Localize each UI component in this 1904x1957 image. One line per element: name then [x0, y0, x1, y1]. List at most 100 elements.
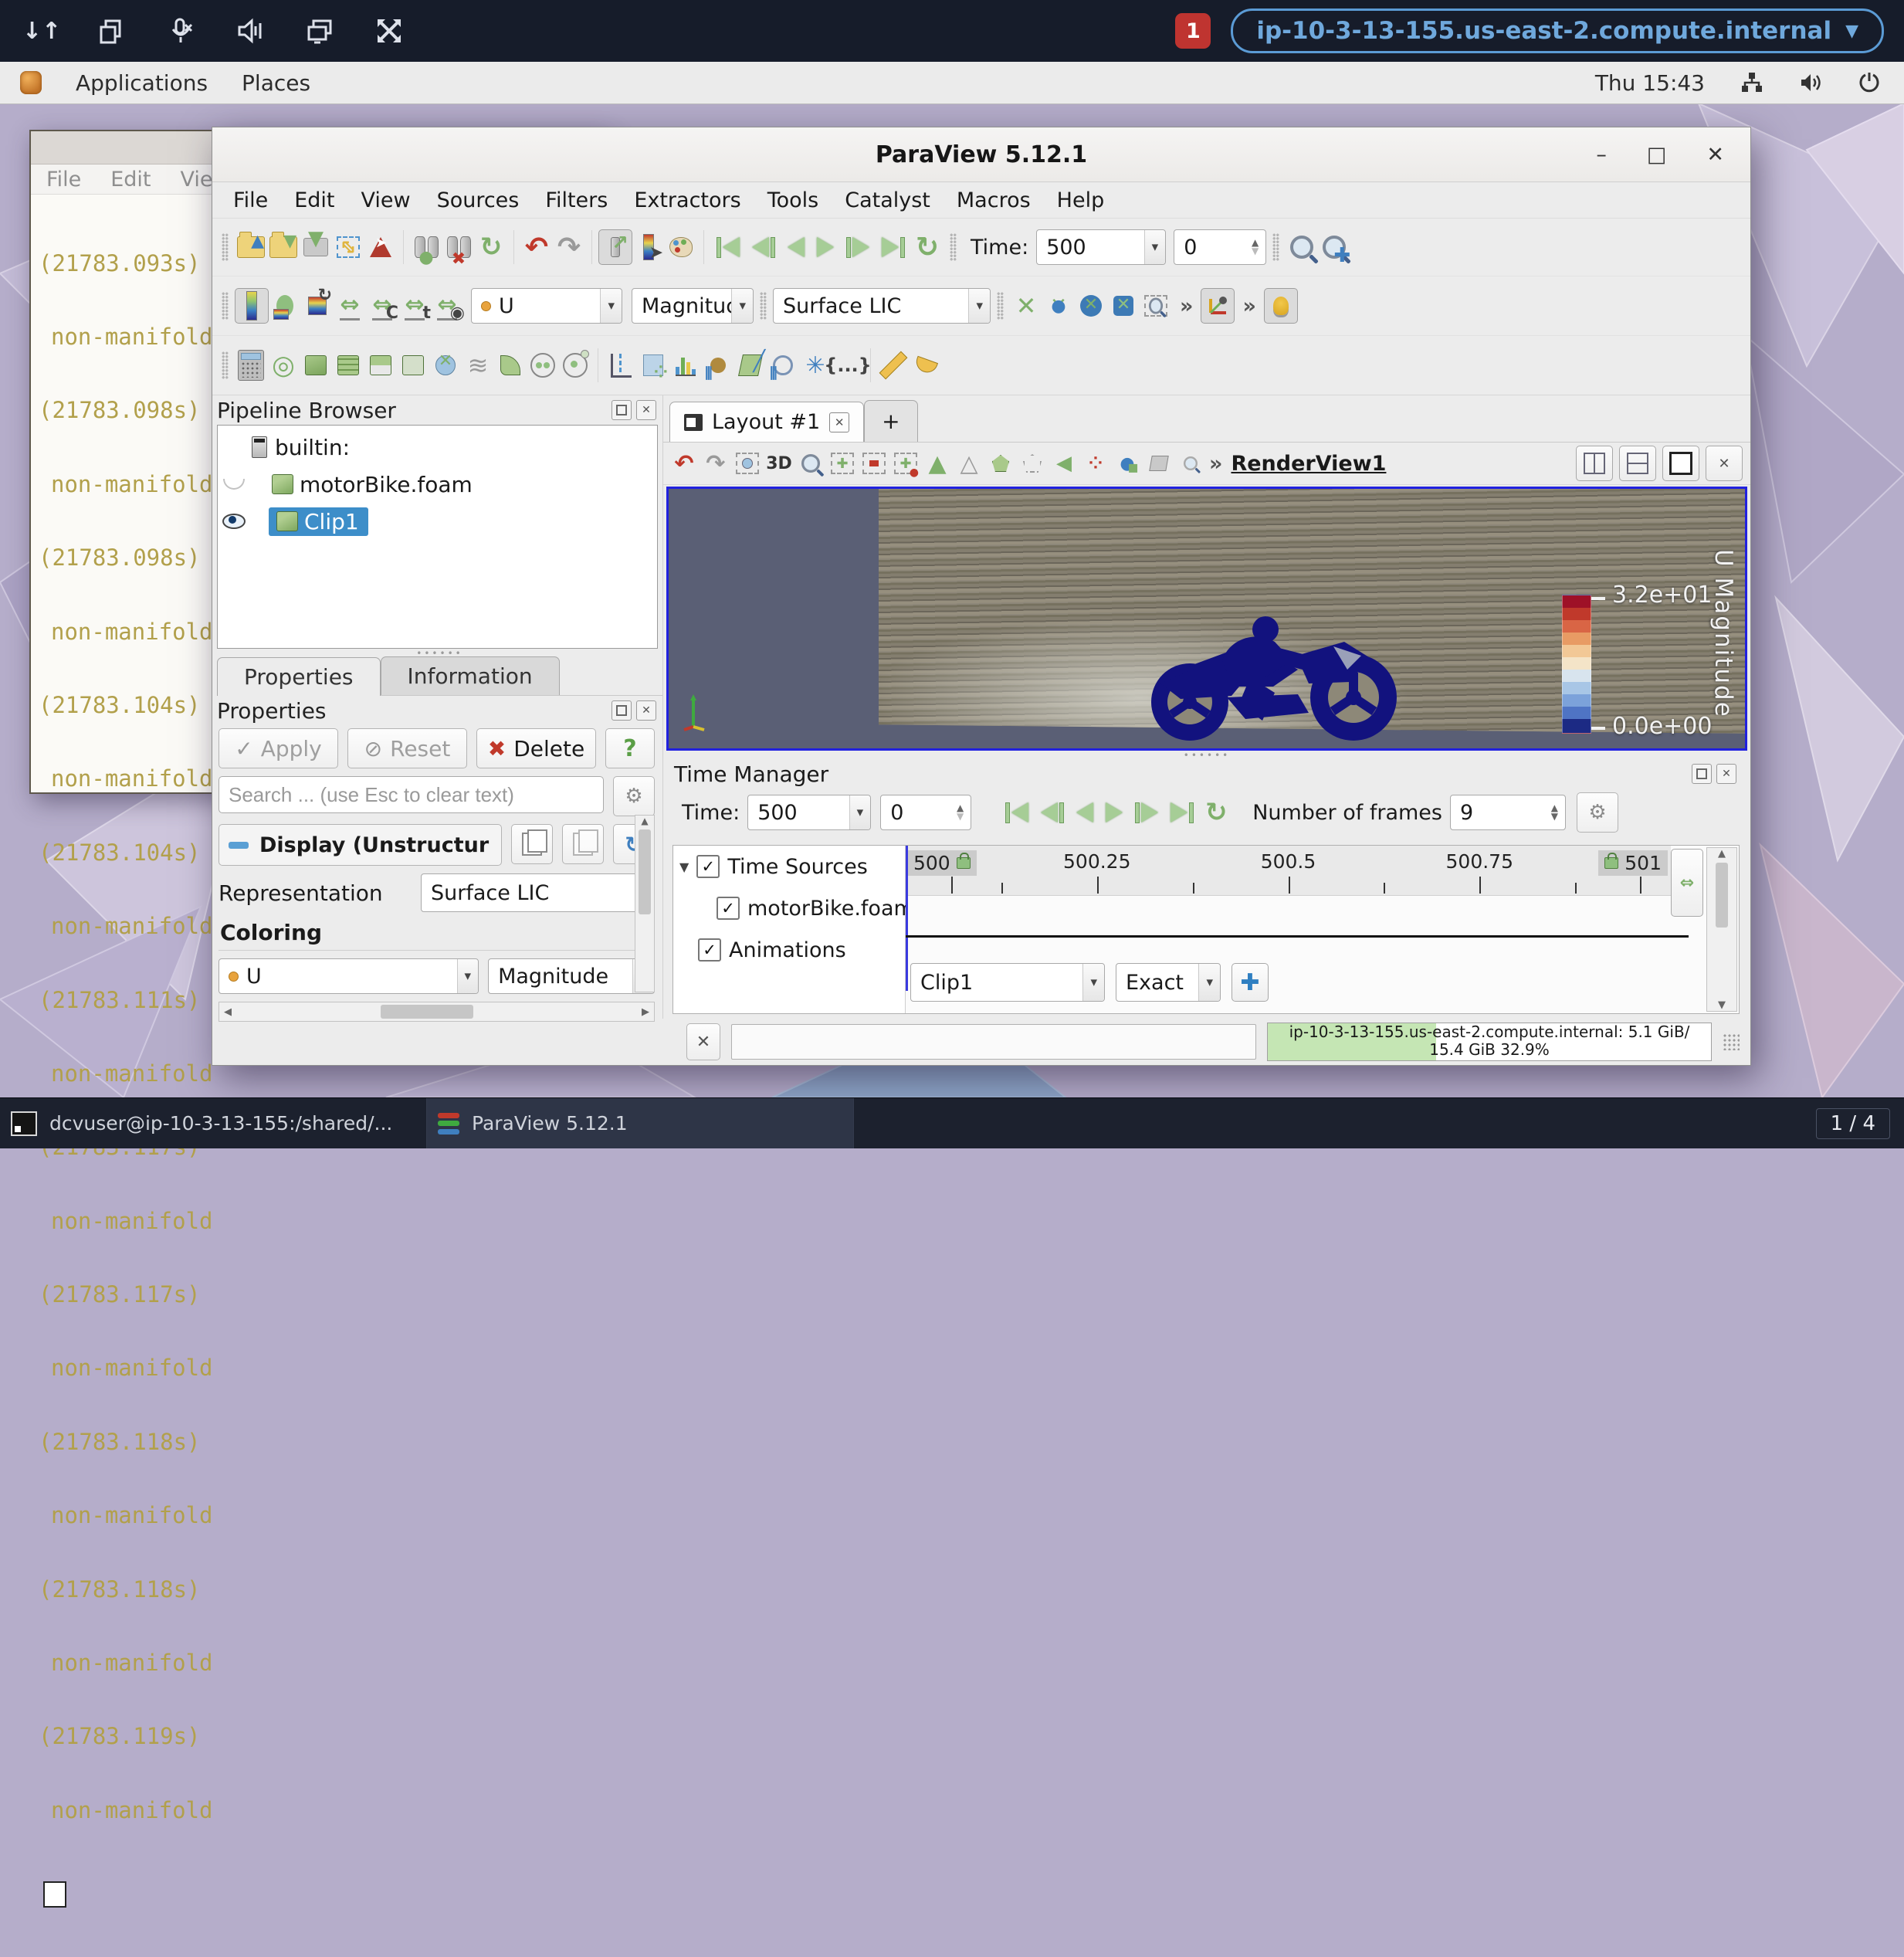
zoom-to-data-camera-button[interactable]: ✕	[1075, 289, 1107, 323]
chevron-down-icon[interactable]: ▾	[1082, 964, 1104, 1001]
scroll-right-icon[interactable]: ▶	[637, 1006, 654, 1018]
scrollbar-thumb[interactable]	[381, 1005, 473, 1019]
ruler-tool-button[interactable]	[877, 348, 910, 382]
taskbar-item-paraview[interactable]: ParaView 5.12.1	[427, 1098, 854, 1148]
interactive-select-cells-button[interactable]: ●▪	[1113, 448, 1142, 479]
load-color-palette-button[interactable]	[665, 230, 697, 264]
terminal-menu-edit[interactable]: Edit	[110, 168, 151, 192]
maximize-view-button[interactable]	[1662, 446, 1699, 481]
fullscreen-icon[interactable]	[374, 15, 405, 46]
plot-over-line-button[interactable]	[605, 348, 637, 382]
expander-icon[interactable]: ▼	[679, 860, 689, 874]
slice-filter-button[interactable]	[332, 348, 364, 382]
disconnect-server-button[interactable]: ✖	[442, 230, 475, 264]
catalyst-export-button[interactable]: ➤	[364, 230, 397, 264]
tab-information[interactable]: Information	[381, 656, 560, 695]
menu-filters[interactable]: Filters	[534, 187, 619, 214]
close-dock-button[interactable]: ✕	[636, 400, 656, 420]
notification-badge[interactable]: 1	[1175, 13, 1211, 49]
zoom-closest-to-data-button[interactable]: ✕	[1107, 289, 1140, 323]
menu-sources[interactable]: Sources	[425, 187, 531, 214]
plot-data-over-time-button[interactable]: ⦀	[767, 348, 799, 382]
chevron-down-icon[interactable]: ▾	[731, 289, 753, 323]
auto-apply-toggle[interactable]: ↗	[598, 229, 632, 265]
extract-subset-button[interactable]	[397, 348, 429, 382]
chevron-down-icon[interactable]: ▾	[457, 959, 479, 993]
search-options-gear-button[interactable]: ⚙	[613, 776, 655, 816]
redo-button[interactable]: ↷	[553, 230, 585, 264]
close-button[interactable]: ✕	[1706, 143, 1724, 167]
reset-camera-button[interactable]: ✕	[1010, 289, 1042, 323]
pipeline-item-motorbike[interactable]: motorBike.foam	[218, 469, 657, 500]
tm-settings-gear-button[interactable]: ⚙	[1577, 792, 1618, 833]
split-vertical-button[interactable]	[1619, 446, 1656, 481]
chevron-down-icon[interactable]: ▾	[600, 289, 622, 323]
coloring-component-combobox[interactable]: Magnitude ▾	[488, 958, 655, 994]
checkbox-checked[interactable]: ✓	[696, 855, 720, 878]
menu-macros[interactable]: Macros	[945, 187, 1042, 214]
taskbar-item-terminal[interactable]: dcvuser@ip-10-3-13-155:/shared/...	[0, 1098, 427, 1148]
save-state-button[interactable]: ⇔	[332, 230, 364, 264]
time-combobox[interactable]: 500 ▾	[1036, 229, 1166, 265]
number-of-frames-spinbox[interactable]: 9 ▲▼	[1450, 795, 1566, 830]
checkbox-checked[interactable]: ✓	[717, 897, 740, 920]
power-icon[interactable]	[1858, 71, 1881, 94]
copy-display-button[interactable]	[511, 824, 553, 864]
component-select[interactable]: Magnituc ▾	[632, 288, 754, 324]
coloring-array-combobox[interactable]: U ▾	[219, 958, 479, 994]
view-splitter[interactable]: ••••••	[663, 751, 1750, 760]
applications-menu[interactable]: Applications	[76, 70, 208, 96]
lock-icon[interactable]	[1604, 857, 1618, 869]
contour-filter-button[interactable]: ◎	[267, 348, 300, 382]
select-cells-rectangle-button[interactable]: ✚	[828, 448, 857, 479]
timeline-ruler[interactable]: 500 500.25 500.5 500.75 501	[906, 846, 1671, 896]
volume-icon[interactable]	[1799, 71, 1822, 94]
camera-redo-button[interactable]: ↷	[701, 448, 730, 479]
select-points-rectangle-button[interactable]	[859, 448, 889, 479]
color-legend-bar[interactable]	[1562, 595, 1591, 734]
next-frame-button[interactable]	[846, 237, 869, 258]
resize-grip[interactable]	[1723, 1033, 1740, 1050]
workspace-pager[interactable]: 1 / 4	[1816, 1108, 1890, 1139]
time-cursor[interactable]	[906, 846, 908, 991]
animation-mode-combobox[interactable]: Exact ▾	[1116, 963, 1221, 1002]
checkbox-checked[interactable]: ✓	[698, 938, 721, 962]
scroll-down-icon[interactable]: ▼	[1718, 999, 1726, 1011]
tab-layout1[interactable]: Layout #1 ✕	[669, 402, 864, 442]
visibility-on-icon[interactable]	[222, 514, 246, 529]
paraview-titlebar[interactable]: ParaView 5.12.1 – □ ✕	[212, 127, 1750, 182]
rescale-to-visible-range-button[interactable]: ⇔◉	[431, 289, 463, 323]
clip-filter-button[interactable]	[300, 348, 332, 382]
representation-select[interactable]: Surface LIC ▾	[773, 288, 991, 324]
last-frame-button[interactable]	[882, 237, 905, 258]
tm-play-backward-button[interactable]	[1076, 802, 1093, 822]
delete-button[interactable]: ✖Delete	[476, 728, 596, 768]
timeline-area[interactable]: 500 500.25 500.5 500.75 501	[906, 846, 1739, 1013]
render-viewport[interactable]: 3.2e+01 0.0e+00 U Magnitude	[666, 487, 1747, 751]
previous-frame-button[interactable]	[752, 237, 775, 258]
tm-first-frame-button[interactable]	[1005, 802, 1028, 823]
programmable-filter-button[interactable]: {...}	[832, 348, 864, 382]
open-file-button[interactable]: ▲	[235, 230, 267, 264]
animation-proxy-combobox[interactable]: Clip1 ▾	[910, 963, 1105, 1002]
menu-edit[interactable]: Edit	[283, 187, 346, 214]
close-layout-icon[interactable]: ✕	[829, 412, 849, 432]
clipboard-icon[interactable]	[96, 15, 127, 46]
scrollbar-thumb[interactable]	[639, 829, 651, 914]
properties-search-input[interactable]	[219, 776, 604, 813]
add-animation-button[interactable]: ✚	[1232, 963, 1269, 1002]
reset-camera-closest-button[interactable]: ✕●	[1042, 289, 1075, 323]
time-sources-row[interactable]: ▼ ✓ Time Sources	[673, 846, 905, 887]
zoom-to-box-button[interactable]	[1140, 289, 1172, 323]
zoom-to-data-over-time-button[interactable]: ✚	[1318, 230, 1350, 264]
zoom-box-button[interactable]	[796, 448, 825, 479]
grow-selection-button[interactable]	[1144, 448, 1174, 479]
loop-button[interactable]: ↻	[911, 230, 944, 264]
chevron-down-icon[interactable]: ▾	[1198, 964, 1220, 1001]
frame-spinbox[interactable]: 0 ▲▼	[1174, 229, 1266, 265]
clock[interactable]: Thu 15:43	[1595, 70, 1705, 96]
select-polygon-points-button[interactable]	[1018, 448, 1047, 479]
rescale-to-data-range-button[interactable]: ⇔	[334, 289, 366, 323]
renderview-title[interactable]: RenderView1	[1231, 452, 1386, 476]
stream-tracer-button[interactable]: ≋	[462, 348, 494, 382]
